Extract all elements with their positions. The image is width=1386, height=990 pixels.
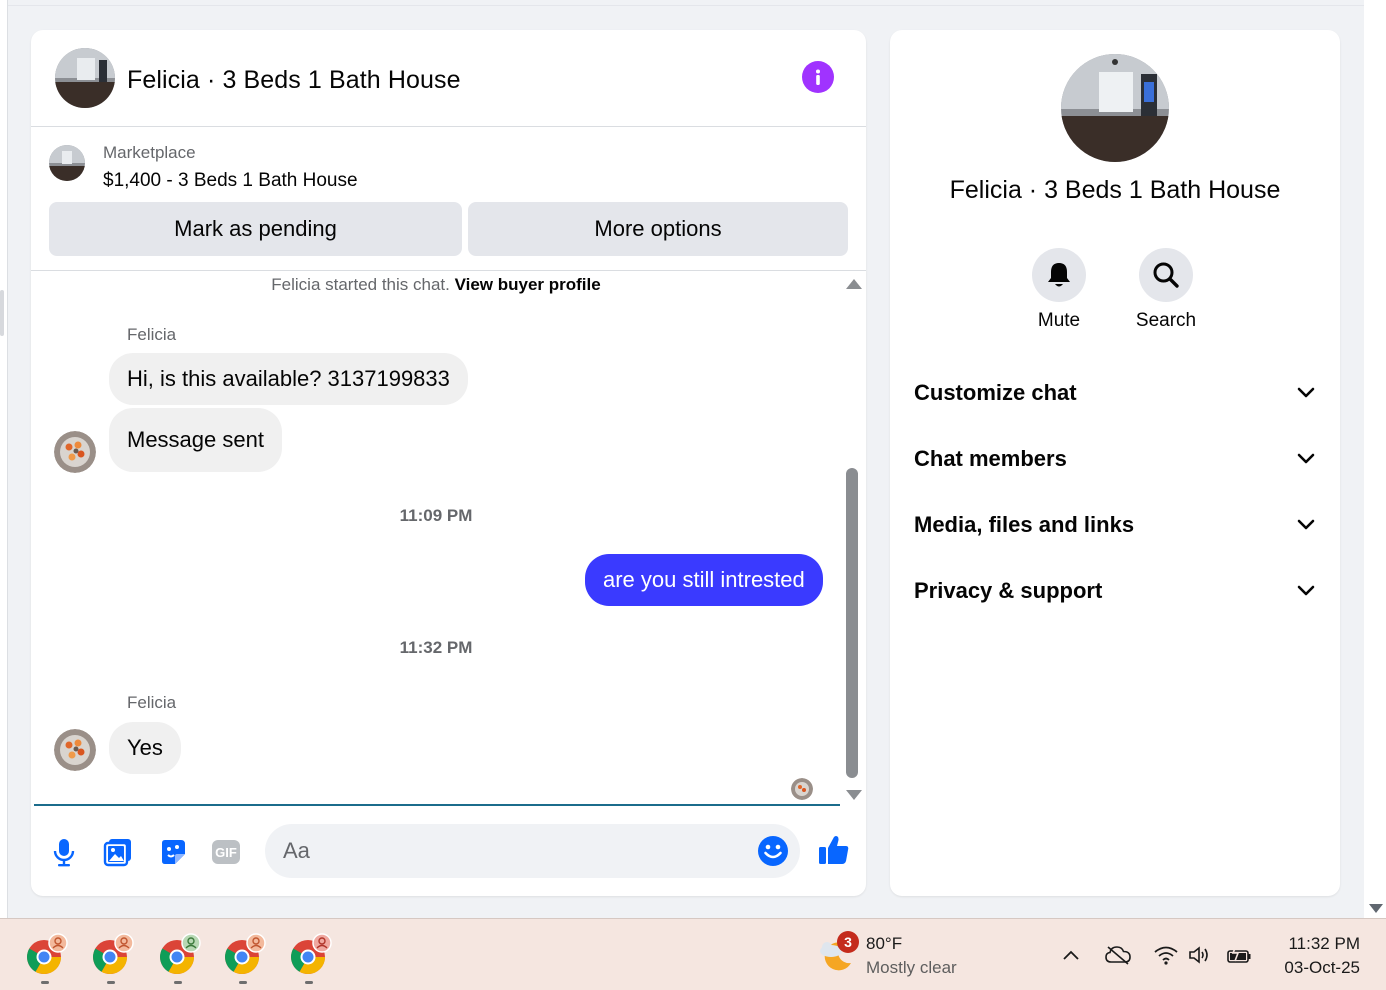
mute-label: Mute [1037,310,1081,331]
message-bubble[interactable]: Yes [109,722,181,774]
chevron-down-icon [1296,515,1316,535]
message-composer: GIF [31,804,866,896]
chat-header: Felicia · 3 Beds 1 Bath House [31,30,866,127]
media-files-links-section[interactable]: Media, files and links [914,505,1316,545]
message-input[interactable] [283,836,733,866]
windows-taskbar: 3 80°F Mostly clear 11:32 PM 03-Oct-25 [0,918,1386,990]
clock-date[interactable]: 03-Oct-25 [1240,958,1360,978]
chat-info-panel: Felicia · 3 Beds 1 Bath House Mute Searc… [890,30,1340,896]
running-indicator [305,981,313,984]
chrome-profile-5-icon[interactable] [288,933,332,977]
collapse-handle[interactable] [0,290,4,336]
emoji-icon[interactable] [757,835,789,867]
chevron-down-icon [1296,449,1316,469]
sticker-icon[interactable] [157,836,189,868]
thread-scrollbar[interactable] [841,271,866,804]
scroll-down-arrow-icon[interactable] [846,790,862,800]
thumbs-up-icon[interactable] [816,832,852,868]
chat-started-text: Felicia started this chat. [271,275,450,294]
chevron-down-icon [1296,581,1316,601]
chat-members-section[interactable]: Chat members [914,439,1316,479]
felicia-avatar[interactable] [54,431,96,473]
chevron-up-icon[interactable] [1058,943,1084,967]
gif-icon[interactable]: GIF [210,836,242,868]
svg-text:GIF: GIF [215,845,237,860]
privacy-support-section[interactable]: Privacy & support [914,571,1316,611]
microphone-icon[interactable] [48,836,80,868]
chat-title[interactable]: Felicia · 3 Beds 1 Bath House [127,66,461,95]
running-indicator [41,981,49,984]
felicia-avatar[interactable] [54,729,96,771]
mark-as-pending-button[interactable]: Mark as pending [49,202,462,256]
composer-divider [34,804,840,806]
chevron-down-icon [1296,383,1316,403]
page-scrollbar[interactable] [1364,0,1386,918]
weather-description[interactable]: Mostly clear [866,958,957,978]
scroll-thumb[interactable] [846,468,858,778]
scroll-down-arrow-icon[interactable] [1369,904,1383,913]
listing-thumbnail[interactable] [49,145,85,181]
view-buyer-profile-link[interactable]: View buyer profile [455,275,601,294]
message-timestamp: 11:09 PM [399,506,473,525]
running-indicator [174,981,182,984]
chrome-profile-4-icon[interactable] [222,933,266,977]
chat-started-notice: Felicia started this chat. View buyer pr… [31,275,841,295]
section-label: Chat members [914,446,1067,471]
chrome-profile-3-icon[interactable] [157,933,201,977]
search-icon[interactable] [1139,248,1193,302]
chat-avatar[interactable] [55,48,115,108]
message-timestamp: 11:32 PM [399,638,473,657]
chrome-profile-2-icon[interactable] [90,933,134,977]
search-label: Search [1135,310,1197,331]
message-input-box[interactable] [265,824,800,878]
chrome-profile-1-icon[interactable] [24,933,68,977]
scroll-up-arrow-icon[interactable] [846,279,862,289]
section-label: Customize chat [914,380,1077,405]
weather-temperature[interactable]: 80°F [866,934,902,954]
seen-indicator-avatar [791,778,813,800]
mute-action[interactable]: Mute [1009,248,1109,332]
message-sender: Felicia [127,325,177,344]
section-label: Privacy & support [914,578,1103,603]
more-options-button[interactable]: More options [468,202,848,256]
running-indicator [239,981,247,984]
onedrive-offline-icon[interactable] [1105,943,1131,967]
message-thread[interactable]: Felicia started this chat. View buyer pr… [31,271,866,804]
message-sender: Felicia [127,693,177,712]
wifi-icon[interactable] [1153,943,1179,967]
marketplace-listing: Marketplace $1,400 - 3 Beds 1 Bath House… [31,127,866,271]
weather-notification-badge: 3 [837,931,859,953]
own-message-bubble[interactable]: are you still intrested [585,554,823,606]
message-bubble[interactable]: Hi, is this available? 3137199833 [109,353,468,405]
speaker-icon[interactable] [1188,943,1214,967]
info-icon[interactable] [802,61,834,93]
photo-icon[interactable] [102,836,134,868]
clock-time[interactable]: 11:32 PM [1240,934,1360,954]
left-panel-edge [0,0,8,918]
profile-avatar[interactable] [1061,54,1169,162]
listing-source: Marketplace [103,143,196,162]
profile-title: Felicia · 3 Beds 1 Bath House [949,176,1281,204]
search-action[interactable]: Search [1116,248,1216,332]
running-indicator [107,981,115,984]
message-bubble[interactable]: Message sent [109,408,282,472]
listing-title[interactable]: $1,400 - 3 Beds 1 Bath House [103,170,358,192]
bell-icon[interactable] [1032,248,1086,302]
customize-chat-section[interactable]: Customize chat [914,373,1316,413]
chat-window: Felicia · 3 Beds 1 Bath House Marketplac… [31,30,866,896]
section-label: Media, files and links [914,512,1135,537]
